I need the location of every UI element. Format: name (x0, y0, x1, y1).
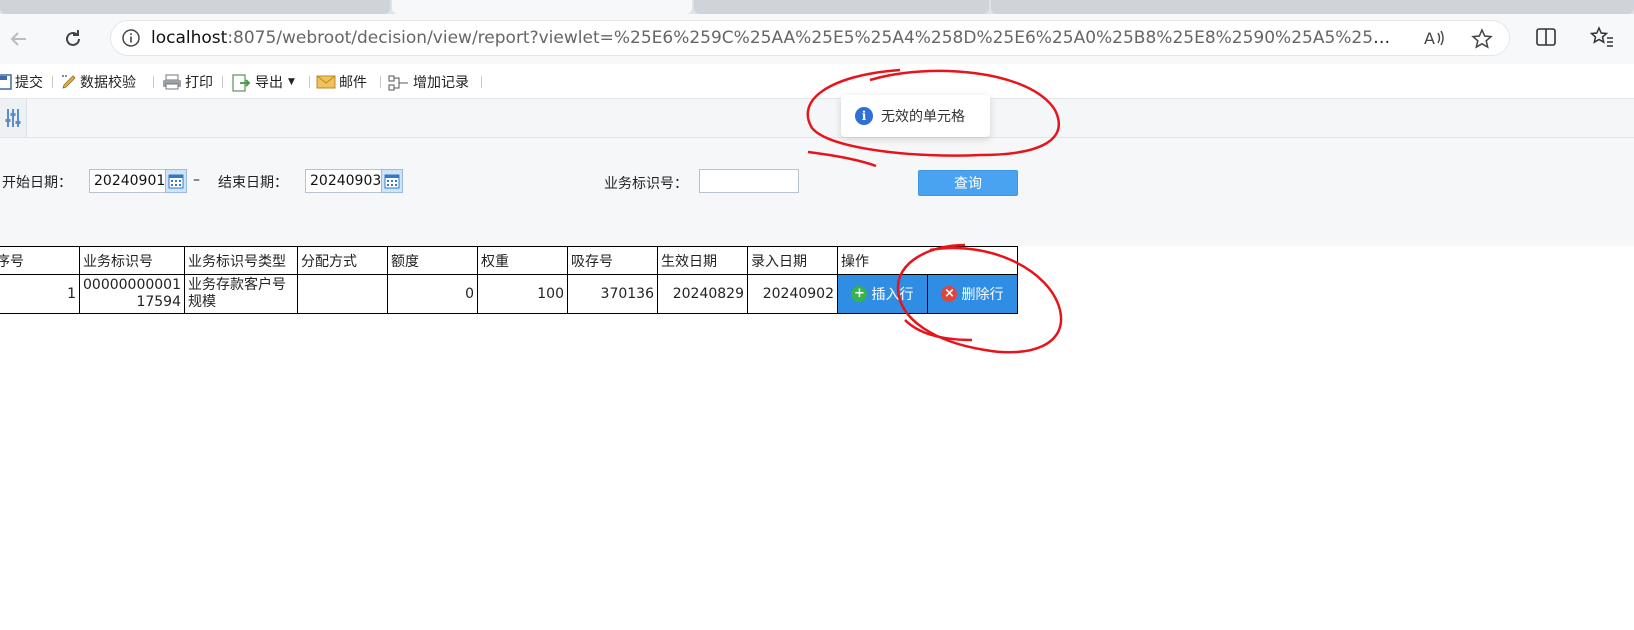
favorites-icon[interactable] (1589, 26, 1614, 53)
start-date-input[interactable]: 20240901 (89, 169, 166, 193)
browser-tab[interactable] (0, 0, 390, 14)
pencil-check-icon (61, 74, 77, 90)
business-id-line: 17594 (136, 294, 181, 310)
toast-message: 无效的单元格 (881, 109, 965, 125)
allocation-method-cell[interactable] (296, 274, 388, 314)
column-header: 吸存号 (566, 246, 658, 275)
amount-cell[interactable]: 0 (386, 274, 478, 314)
column-header: 录入日期 (746, 246, 838, 275)
insert-row-cell: + 插入行 (836, 274, 928, 314)
print-button[interactable]: 打印 (162, 72, 213, 92)
column-header: 序号 (0, 246, 80, 275)
seq-cell[interactable]: 1 (0, 274, 80, 314)
column-header: 业务标识号 (79, 246, 185, 275)
column-header: 业务标识号类型 (183, 246, 298, 275)
parameter-panel (0, 138, 1634, 246)
toolbar-divider (481, 76, 482, 88)
favorite-star-icon[interactable] (1471, 28, 1493, 55)
deposit-no-cell[interactable]: 370136 (566, 274, 658, 314)
save-icon (0, 74, 12, 90)
column-header: 生效日期 (656, 246, 748, 275)
effective-date-cell[interactable]: 20240829 (656, 274, 748, 314)
date-range-dash: – (193, 172, 200, 188)
toolbar-divider (153, 76, 154, 88)
submit-button[interactable]: 提交 (0, 72, 43, 92)
report-table: 序号 业务标识号 业务标识号类型 分配方式 额度 权重 吸存号 生效日期 录入日… (0, 246, 1018, 314)
invalid-cell-toast: i 无效的单元格 (841, 95, 990, 137)
browser-tab[interactable] (694, 0, 989, 14)
validate-label: 数据校验 (80, 75, 136, 91)
business-id-line: 00000000001 (83, 277, 181, 293)
insert-row-button[interactable]: + 插入行 (838, 276, 927, 313)
toolbar-divider (222, 76, 223, 88)
report-toolbar: 提交 数据校验 打印 导出 ▼ 邮件 增加记录 (0, 64, 1634, 99)
filter-settings-toggle[interactable] (0, 99, 27, 137)
address-bar[interactable]: localhost:8075/webroot/decision/view/rep… (110, 20, 1510, 56)
reload-icon[interactable] (60, 26, 86, 52)
info-icon: i (855, 107, 873, 125)
business-id-cell[interactable]: 00000000001 17594 (79, 274, 185, 314)
end-date-label: 结束日期： (218, 175, 288, 191)
print-label: 打印 (185, 75, 213, 91)
table-row: 1 00000000001 17594 业务存款客户号 规模 0 100 370… (0, 274, 1018, 314)
site-info-icon[interactable] (111, 29, 151, 47)
column-header: 分配方式 (296, 246, 388, 275)
delete-row-cell: × 删除行 (926, 274, 1018, 314)
export-label: 导出 (255, 75, 283, 91)
back-arrow-icon[interactable] (6, 26, 32, 52)
url-host: localhost (151, 28, 228, 48)
column-header: 操作 (836, 246, 1018, 275)
submit-label: 提交 (15, 75, 43, 91)
add-record-label: 增加记录 (413, 75, 469, 91)
add-record-icon (388, 74, 410, 91)
validate-button[interactable]: 数据校验 (61, 72, 136, 92)
weight-cell[interactable]: 100 (476, 274, 568, 314)
business-id-type-cell[interactable]: 业务存款客户号 规模 (183, 274, 298, 314)
type-line: 规模 (187, 294, 216, 310)
svg-text:A: A (1424, 29, 1435, 48)
toolbar-divider (309, 76, 310, 88)
sliders-icon (5, 109, 21, 127)
printer-icon (162, 74, 182, 90)
envelope-icon (316, 74, 336, 90)
mail-button[interactable]: 邮件 (316, 72, 367, 92)
business-id-input[interactable] (699, 169, 799, 193)
browser-tab[interactable] (991, 0, 1634, 14)
toolbar-divider (380, 76, 381, 88)
parameter-collapse-bar (0, 99, 1634, 138)
column-header: 权重 (476, 246, 568, 275)
url-path: :8075/webroot/decision/view/report?viewl… (227, 28, 1391, 48)
split-screen-icon[interactable] (1535, 26, 1557, 53)
calendar-icon[interactable] (381, 169, 403, 193)
chevron-down-icon: ▼ (288, 77, 295, 87)
insert-row-label: 插入行 (871, 287, 914, 303)
start-date-label: 开始日期： (2, 175, 72, 191)
column-header: 额度 (386, 246, 478, 275)
business-id-label: 业务标识号： (604, 176, 688, 192)
plus-icon: + (851, 286, 868, 302)
browser-tab-active[interactable] (392, 0, 692, 14)
query-button[interactable]: 查询 (918, 170, 1018, 196)
browser-tab-strip (0, 0, 1634, 14)
add-record-button[interactable]: 增加记录 (388, 72, 469, 92)
type-line: 业务存款客户号 (187, 277, 286, 293)
toolbar-divider (52, 76, 53, 88)
end-date-input[interactable]: 20240903 (305, 169, 382, 193)
url-text[interactable]: localhost:8075/webroot/decision/view/rep… (151, 28, 1391, 48)
mail-label: 邮件 (339, 75, 367, 91)
export-icon (232, 74, 252, 92)
close-icon: × (941, 286, 958, 302)
calendar-icon[interactable] (165, 169, 187, 193)
table-header-row: 序号 业务标识号 业务标识号类型 分配方式 额度 权重 吸存号 生效日期 录入日… (0, 246, 1018, 275)
read-aloud-icon[interactable]: A (1423, 28, 1445, 53)
export-button[interactable]: 导出 ▼ (232, 72, 295, 92)
entry-date-cell[interactable]: 20240902 (746, 274, 838, 314)
delete-row-button[interactable]: × 删除行 (928, 276, 1017, 313)
delete-row-label: 删除行 (961, 287, 1004, 303)
